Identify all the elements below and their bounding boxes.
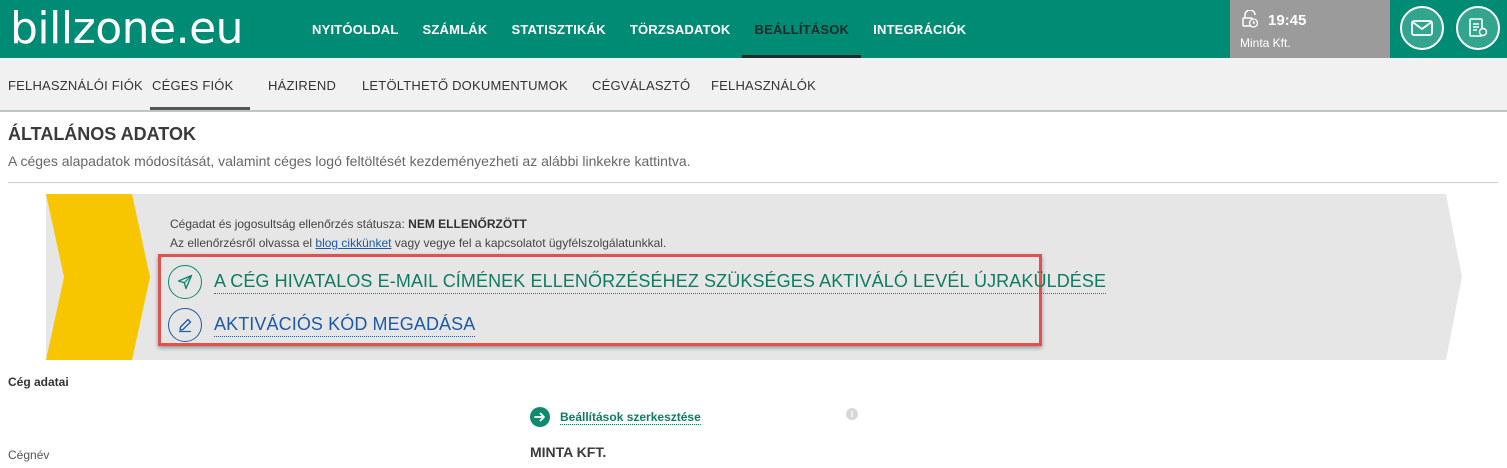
- info-icon[interactable]: i: [846, 408, 858, 420]
- tab-house-rules[interactable]: HÁZIREND: [268, 58, 336, 112]
- edit-pencil-icon: [168, 308, 202, 342]
- company-name: Minta Kft.: [1240, 36, 1291, 50]
- notes-icon: [1469, 18, 1488, 37]
- tab-downloadable-docs[interactable]: LETÖLTHETŐ DOKUMENTUMOK: [362, 58, 568, 112]
- settings-subnav: FELHASZNÁLÓI FIÓK CÉGES FIÓK HÁZIREND LE…: [0, 58, 1507, 112]
- edit-settings-link[interactable]: Beállítások szerkesztése: [530, 407, 701, 427]
- enter-activation-code-label: AKTIVÁCIÓS KÓD MEGADÁSA: [214, 314, 476, 337]
- resend-activation-link[interactable]: A CÉG HIVATALOS E-MAIL CÍMÉNEK ELLENŐRZÉ…: [168, 265, 1107, 299]
- divider: [8, 182, 1498, 183]
- status-value: NEM ELLENŐRZÖTT: [408, 217, 527, 231]
- active-tab-indicator: [150, 107, 250, 110]
- resend-activation-label: A CÉG HIVATALOS E-MAIL CÍMÉNEK ELLENŐRZÉ…: [214, 271, 1107, 294]
- session-timer[interactable]: 19:45 Minta Kft.: [1230, 0, 1390, 58]
- nav-item-invoices[interactable]: SZÁMLÁK: [411, 0, 500, 58]
- nav-item-statistics[interactable]: STATISZTIKÁK: [499, 0, 617, 58]
- nav-item-home[interactable]: NYITÓOLDAL: [300, 0, 411, 58]
- main-nav: NYITÓOLDAL SZÁMLÁK STATISZTIKÁK TÖRZSADA…: [300, 0, 978, 58]
- tab-company-account[interactable]: CÉGES FIÓK: [152, 58, 233, 112]
- enter-activation-code-link[interactable]: AKTIVÁCIÓS KÓD MEGADÁSA: [168, 308, 476, 342]
- notes-button[interactable]: [1456, 6, 1500, 50]
- mail-icon: [1411, 20, 1433, 36]
- verification-info: Az ellenőrzésről olvassa el blog cikkünk…: [170, 236, 667, 250]
- nav-item-settings[interactable]: BEÁLLÍTÁSOK: [742, 0, 862, 58]
- logo[interactable]: billzone.eu: [10, 2, 244, 56]
- send-icon: [168, 265, 202, 299]
- top-bar: billzone.eu NYITÓOLDAL SZÁMLÁK STATISZTI…: [0, 0, 1507, 58]
- company-data-heading: Cég adatai: [8, 375, 69, 389]
- header-actions: [1390, 0, 1507, 58]
- tab-user-account[interactable]: FELHASZNÁLÓI FIÓK: [8, 58, 143, 112]
- timer-icon: [1242, 10, 1258, 28]
- nav-item-integrations[interactable]: INTEGRÁCIÓK: [861, 0, 978, 58]
- arrow-right-icon: [530, 407, 550, 427]
- tab-company-selector[interactable]: CÉGVÁLASZTÓ: [592, 58, 690, 112]
- nav-item-master-data[interactable]: TÖRZSADATOK: [618, 0, 743, 58]
- messages-button[interactable]: [1400, 6, 1444, 50]
- tab-users[interactable]: FELHASZNÁLÓK: [711, 58, 816, 112]
- edit-settings-label: Beállítások szerkesztése: [560, 409, 701, 425]
- page-description: A céges alapadatok módosítását, valamint…: [8, 153, 691, 169]
- blog-link[interactable]: blog cikkünket: [315, 236, 391, 250]
- page-title: ÁLTALÁNOS ADATOK: [8, 124, 196, 144]
- session-time: 19:45: [1268, 12, 1307, 29]
- company-name-label: Cégnév: [8, 448, 50, 462]
- company-name-value: MINTA KFT.: [530, 444, 607, 460]
- verification-status: Cégadat és jogosultság ellenőrzés státus…: [170, 217, 527, 231]
